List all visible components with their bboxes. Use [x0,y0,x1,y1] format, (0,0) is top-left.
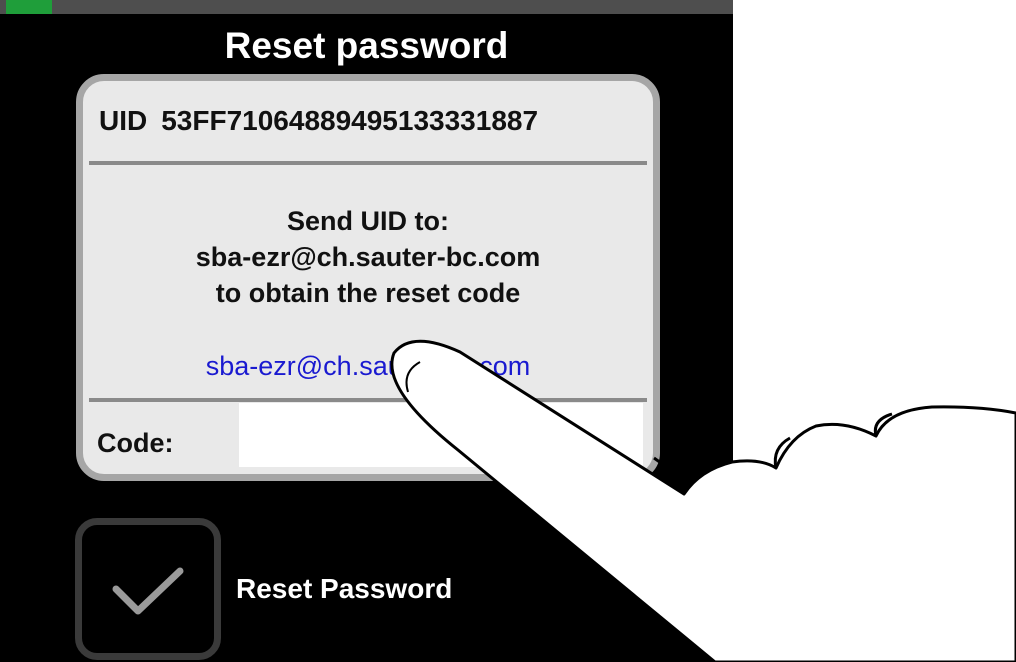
page-title: Reset password [224,25,509,66]
instructions-line: to obtain the reset code [215,278,521,308]
instructions-line: Send UID to: [287,206,449,236]
code-input[interactable] [239,403,643,467]
divider [89,398,647,402]
uid-row: UID 53FF71064889495133331887 [99,105,538,137]
code-label: Code: [97,428,174,458]
divider [89,161,647,165]
checkmark-icon [112,567,184,615]
status-indicator [6,0,52,14]
status-bar [0,0,733,14]
reset-password-button[interactable] [75,518,221,660]
uid-value: 53FF71064889495133331887 [161,105,539,136]
email-link[interactable]: sba-ezr@ch.sauter-bc.com [83,351,653,382]
reset-password-label: Reset Password [236,573,453,604]
instructions-text: Send UID to: sba-ezr@ch.sauter-bc.com to… [83,203,653,311]
device-screen: Reset password UID 53FF710648894951333318… [0,0,733,662]
uid-label: UID [99,105,148,136]
reset-panel: UID 53FF71064889495133331887 Send UID to:… [76,74,660,481]
instructions-email: sba-ezr@ch.sauter-bc.com [195,242,541,272]
